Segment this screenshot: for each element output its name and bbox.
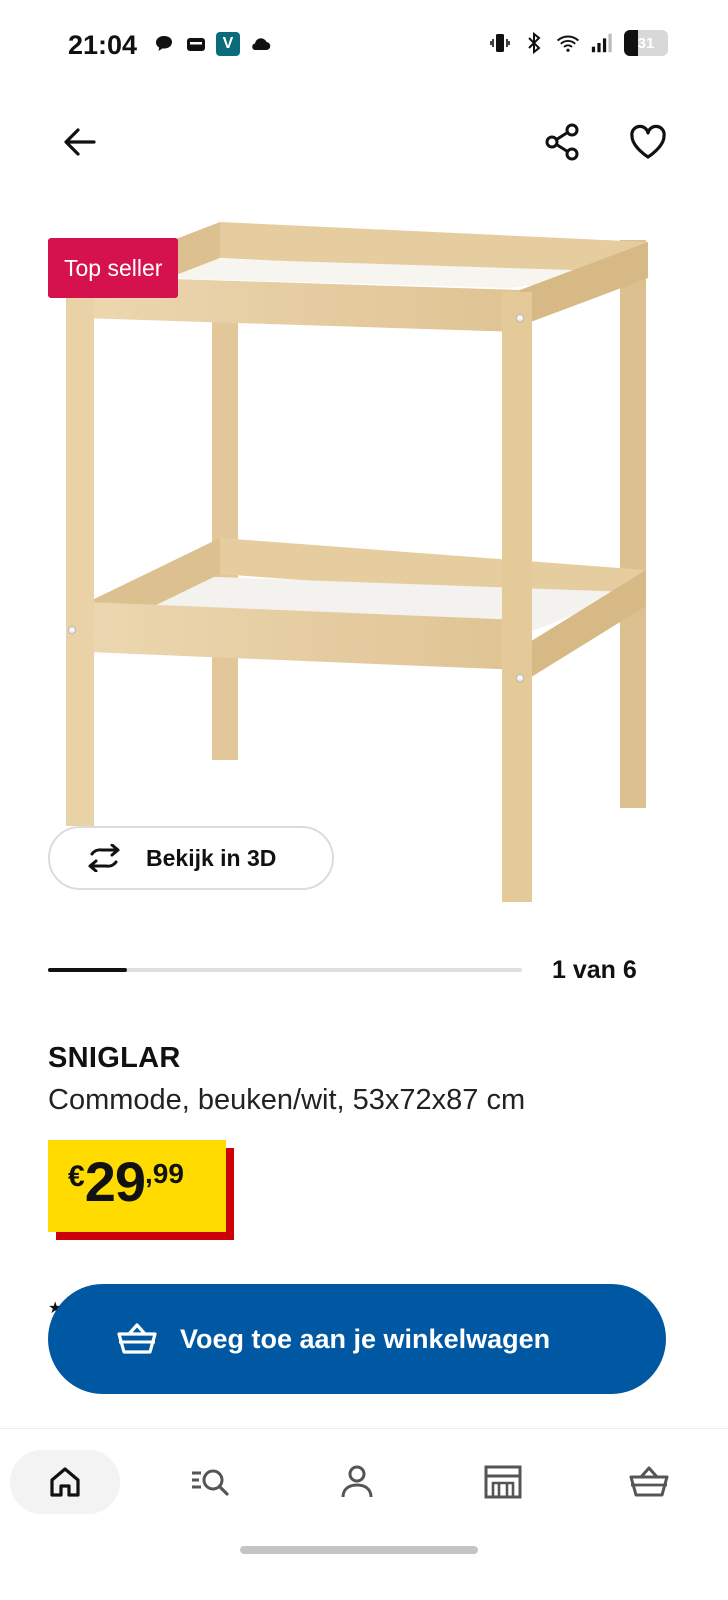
bottom-navigation: [0, 1430, 728, 1540]
rotate-3d-icon: [88, 844, 120, 872]
search-list-icon: [192, 1469, 229, 1496]
price-decimal: ,99: [144, 1158, 184, 1189]
v-app-icon: V: [216, 32, 240, 56]
home-icon: [50, 1467, 80, 1497]
nav-cart[interactable]: [594, 1450, 704, 1514]
nav-stores[interactable]: [448, 1450, 558, 1514]
cloud-icon: [248, 32, 272, 56]
add-to-cart-button[interactable]: Voeg toe aan je winkelwagen: [48, 1284, 666, 1394]
price-tag: € 29 ,99: [48, 1140, 234, 1240]
add-to-cart-label: Voeg toe aan je winkelwagen: [180, 1323, 551, 1354]
store-icon: [484, 1465, 522, 1499]
battery-level: 31: [637, 34, 655, 52]
favorite-button[interactable]: [624, 118, 672, 166]
share-icon: [545, 123, 579, 161]
heart-icon: [630, 124, 666, 159]
signal-icon: [590, 31, 614, 55]
product-description: Commode, beuken/wit, 53x72x87 cm: [48, 1084, 526, 1116]
price-integer: 29: [84, 1150, 146, 1213]
basket-icon: [117, 1323, 157, 1354]
carousel-progress-bar: [48, 968, 128, 972]
status-bar: 21:04 V 31: [0, 0, 728, 92]
gesture-home-indicator[interactable]: [240, 1546, 478, 1554]
wallet-icon: [184, 32, 208, 56]
view-3d-button[interactable]: Bekijk in 3D: [48, 826, 334, 890]
notification-icons: V: [152, 32, 272, 56]
vibrate-icon: [488, 31, 512, 55]
nav-profile[interactable]: [302, 1450, 412, 1514]
nav-search[interactable]: [156, 1450, 266, 1514]
top-seller-badge: Top seller: [48, 238, 179, 298]
share-button[interactable]: [538, 118, 586, 166]
product-name: SNIGLAR: [48, 1042, 181, 1074]
arrow-left-icon: [64, 128, 96, 156]
price-currency: €: [68, 1160, 85, 1193]
carousel-progress-track: [48, 968, 522, 972]
chat-icon: [152, 32, 176, 56]
view-3d-label: Bekijk in 3D: [146, 844, 277, 871]
nav-home[interactable]: [10, 1450, 120, 1514]
product-image[interactable]: [40, 200, 680, 920]
back-button[interactable]: [56, 118, 104, 166]
price-box: € 29 ,99: [48, 1140, 226, 1232]
battery-icon: 31: [624, 30, 668, 56]
wifi-icon: [556, 31, 580, 55]
status-time: 21:04: [68, 30, 138, 60]
person-icon: [341, 1465, 373, 1498]
bottom-nav-divider: [0, 1428, 728, 1429]
carousel-counter: 1 van 6: [552, 956, 637, 984]
battery-fill: [624, 30, 638, 56]
basket-icon: [629, 1466, 669, 1497]
changing-table-illustration: [66, 222, 648, 902]
bluetooth-icon: [522, 31, 546, 55]
system-icons: 31: [488, 30, 668, 56]
